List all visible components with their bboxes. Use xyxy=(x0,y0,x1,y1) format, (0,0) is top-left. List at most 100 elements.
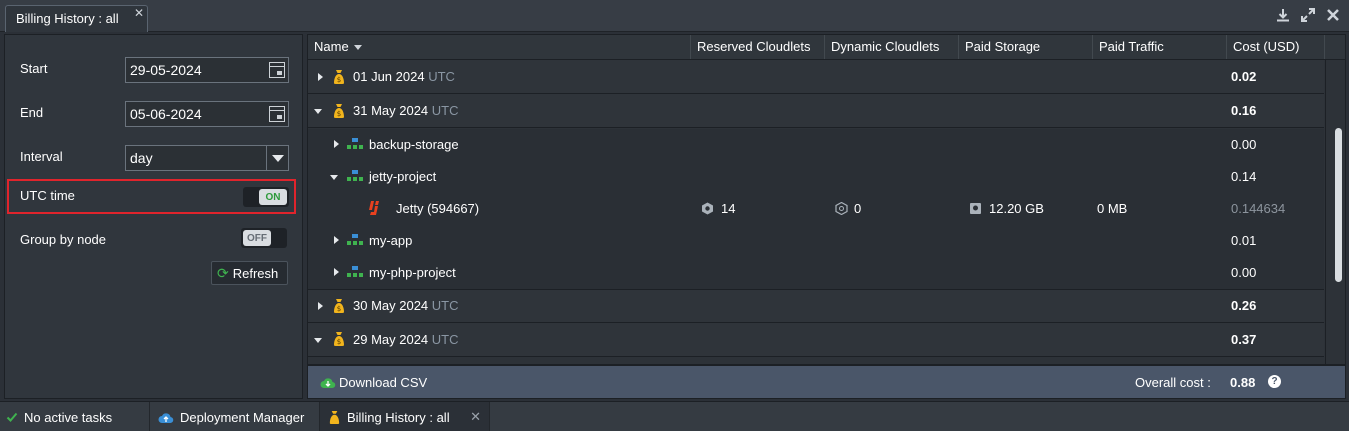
expand-arrow-icon[interactable] xyxy=(332,236,340,244)
money-bag-icon: $ xyxy=(334,104,344,118)
column-dynamic-cloudlets[interactable]: Dynamic Cloudlets xyxy=(825,35,959,59)
svg-text:$: $ xyxy=(337,110,341,118)
column-paid-storage[interactable]: Paid Storage xyxy=(959,35,1093,59)
cloudlet-icon xyxy=(702,202,713,215)
calendar-icon[interactable] xyxy=(269,106,285,122)
storage-icon xyxy=(970,203,981,214)
row-cost: 0.37 xyxy=(1231,332,1257,347)
tab-billing-history[interactable]: Billing History : all ✕ xyxy=(5,5,148,32)
column-reserved-cloudlets[interactable]: Reserved Cloudlets xyxy=(691,35,825,59)
utc-time-label: UTC time xyxy=(20,188,75,203)
billing-grid: Name Reserved Cloudlets Dynamic Cloudlet… xyxy=(307,34,1346,365)
end-date-field[interactable]: 05-06-2024 xyxy=(125,101,289,127)
environment-icon xyxy=(347,170,363,181)
table-row[interactable]: backup-storage 0.00 xyxy=(308,129,1324,161)
interval-select[interactable]: day xyxy=(125,145,289,171)
row-date: 01 Jun 2024 UTC xyxy=(353,69,455,84)
download-csv-button[interactable]: Download CSV xyxy=(320,375,427,390)
jetty-icon xyxy=(369,201,379,215)
column-paid-traffic[interactable]: Paid Traffic xyxy=(1093,35,1227,59)
table-row[interactable]: $ 29 May 2024 UTC 0.37 xyxy=(308,323,1324,357)
row-env-name: jetty-project xyxy=(369,169,437,184)
end-label: End xyxy=(20,105,44,120)
table-row[interactable]: my-php-project 0.00 xyxy=(308,257,1324,289)
money-bag-icon: $ xyxy=(334,70,344,84)
filter-panel: Start 29-05-2024 End 05-06-2024 Interval… xyxy=(4,34,303,399)
grid-header: Name Reserved Cloudlets Dynamic Cloudlet… xyxy=(308,35,1345,60)
sort-desc-icon xyxy=(353,45,362,51)
reserved-cloudlets-value: 14 xyxy=(721,201,736,216)
expand-arrow-icon[interactable] xyxy=(316,302,324,310)
dynamic-cloudlets-value: 0 xyxy=(854,201,862,216)
group-by-node-toggle[interactable]: OFF xyxy=(241,228,287,248)
chevron-down-icon[interactable] xyxy=(266,146,288,170)
row-cost: 0.00 xyxy=(1231,265,1257,280)
refresh-label: Refresh xyxy=(232,265,279,281)
environment-icon xyxy=(347,234,363,245)
money-bag-icon: $ xyxy=(334,332,344,346)
collapse-arrow-icon[interactable] xyxy=(330,173,338,181)
column-cost[interactable]: Cost (USD) xyxy=(1227,35,1325,59)
utc-time-toggle[interactable]: ON xyxy=(243,187,289,207)
task-label: Deployment Manager xyxy=(180,409,305,425)
interval-value: day xyxy=(130,150,153,166)
row-env-name: my-app xyxy=(369,233,413,248)
paid-storage-value: 12.20 GB xyxy=(989,201,1044,216)
scrollbar-thumb[interactable] xyxy=(1335,128,1342,282)
table-row[interactable]: $ 30 May 2024 UTC 0.26 xyxy=(308,289,1324,323)
row-cost: 0.144634 xyxy=(1231,201,1286,216)
refresh-icon: ⟳ xyxy=(217,264,229,281)
svg-text:$: $ xyxy=(337,338,341,346)
task-billing-history[interactable]: Billing History : all ✕ xyxy=(320,402,490,431)
end-date-value: 05-06-2024 xyxy=(130,106,202,122)
download-csv-label: Download CSV xyxy=(339,375,428,390)
table-row[interactable]: jetty-project 0.14 xyxy=(308,161,1324,193)
collapse-arrow-icon[interactable] xyxy=(314,107,322,115)
table-row[interactable]: Jetty (594667) 14 0 12.20 GB 0 MB 0.1446… xyxy=(308,193,1324,225)
cloudlet-outline-icon xyxy=(835,202,848,215)
collapse-arrow-icon[interactable] xyxy=(314,336,322,344)
overall-cost-label: Overall cost : xyxy=(1135,375,1211,390)
window-tools xyxy=(1275,7,1341,23)
task-deployment-manager[interactable]: Deployment Manager xyxy=(150,402,320,431)
row-date: 29 May 2024 UTC xyxy=(353,332,459,347)
cloud-upload-icon xyxy=(158,412,174,423)
table-row[interactable]: $ 31 May 2024 UTC 0.16 xyxy=(308,94,1324,128)
tab-close-icon[interactable]: ✕ xyxy=(134,6,144,20)
download-icon[interactable] xyxy=(1275,7,1291,23)
overall-cost-value: 0.88 xyxy=(1230,375,1256,390)
group-by-node-label: Group by node xyxy=(20,232,107,247)
start-date-value: 29-05-2024 xyxy=(130,62,202,78)
start-label: Start xyxy=(20,61,48,76)
close-icon[interactable] xyxy=(1325,7,1341,23)
calendar-icon[interactable] xyxy=(269,62,285,78)
expand-arrow-icon[interactable] xyxy=(316,73,324,81)
row-date: 30 May 2024 UTC xyxy=(353,298,459,313)
table-row[interactable]: $ 01 Jun 2024 UTC 0.02 xyxy=(308,60,1324,94)
task-label: Billing History : all xyxy=(347,409,450,425)
start-date-field[interactable]: 29-05-2024 xyxy=(125,57,289,83)
task-close-icon[interactable]: ✕ xyxy=(470,409,481,425)
table-row[interactable]: my-app 0.01 xyxy=(308,225,1324,257)
expand-arrow-icon[interactable] xyxy=(332,140,340,148)
row-env-name: backup-storage xyxy=(369,137,459,152)
expand-arrow-icon[interactable] xyxy=(332,268,340,276)
task-label: No active tasks xyxy=(24,409,113,425)
utc-time-row: UTC time ON xyxy=(7,179,296,214)
environment-icon xyxy=(347,138,363,149)
row-cost: 0.16 xyxy=(1231,103,1257,118)
column-name[interactable]: Name xyxy=(308,35,691,59)
refresh-button[interactable]: ⟳ Refresh xyxy=(211,261,288,285)
grid-scrollbar[interactable] xyxy=(1325,60,1345,364)
row-node-name: Jetty (594667) xyxy=(396,201,480,216)
expand-icon[interactable] xyxy=(1300,7,1316,23)
row-cost: 0.02 xyxy=(1231,69,1257,84)
help-icon[interactable]: ? xyxy=(1268,375,1281,388)
task-no-active-tasks[interactable]: No active tasks xyxy=(0,402,150,431)
paid-traffic-value: 0 MB xyxy=(1097,201,1128,216)
row-date: 31 May 2024 UTC xyxy=(353,103,459,118)
svg-text:$: $ xyxy=(337,76,341,84)
money-bag-icon: $ xyxy=(334,299,344,313)
svg-text:$: $ xyxy=(337,305,341,313)
row-cost: 0.01 xyxy=(1231,233,1257,248)
